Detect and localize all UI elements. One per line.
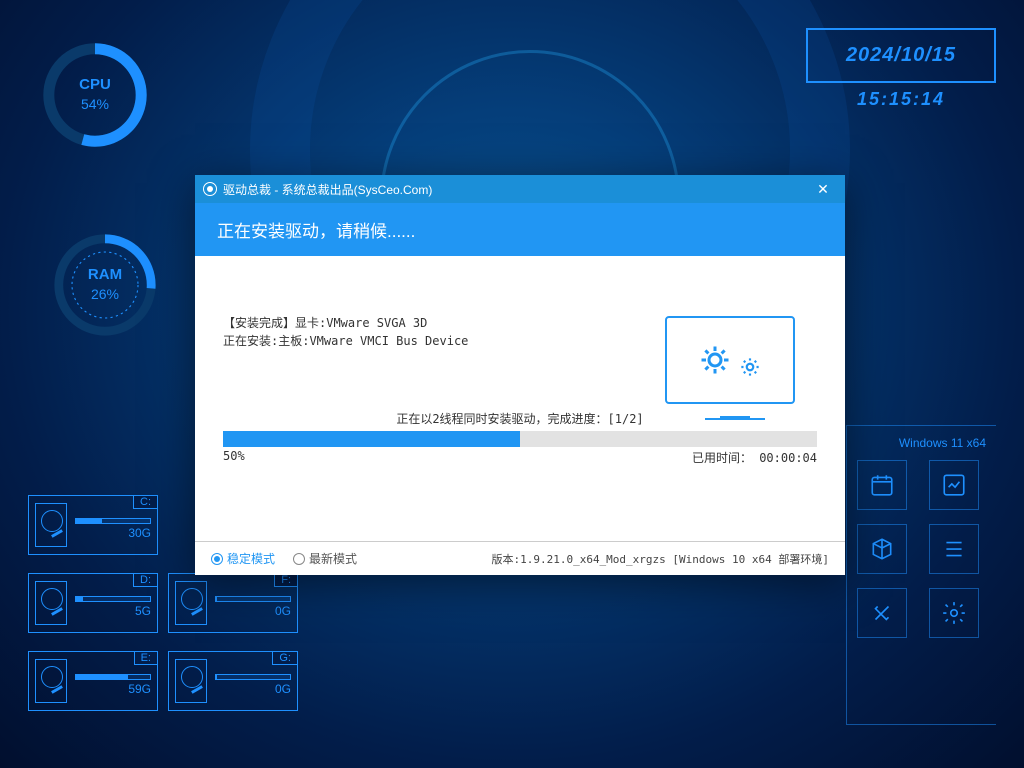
monitor-illustration — [665, 316, 805, 436]
disk-tile: C: 30G — [28, 495, 158, 555]
hdd-icon — [175, 659, 207, 703]
mode-latest-radio[interactable]: 最新模式 — [293, 550, 357, 567]
os-label: Windows 11 x64 — [857, 436, 986, 450]
disk-size: 0G — [215, 682, 291, 696]
titlebar[interactable]: 驱动总裁 - 系统总裁出品(SysCeo.Com) ✕ — [195, 175, 845, 203]
window-title: 驱动总裁 - 系统总裁出品(SysCeo.Com) — [223, 181, 809, 198]
disk-tile: F: 0G — [168, 573, 298, 633]
cpu-gauge: CPU 54% — [40, 40, 150, 150]
clock-panel: 2024/10/15 15:15:14 — [806, 28, 996, 110]
clock-time: 15:15:14 — [806, 89, 996, 110]
cpu-percent: 54% — [40, 96, 150, 112]
disk-letter: G: — [272, 651, 298, 665]
progress-percent: 50% — [223, 449, 245, 466]
tools-icon — [857, 588, 907, 638]
hdd-icon — [35, 503, 67, 547]
driver-install-dialog: 驱动总裁 - 系统总裁出品(SysCeo.Com) ✕ 正在安装驱动，请稍候..… — [195, 175, 845, 575]
disk-size: 0G — [215, 604, 291, 618]
disk-letter: C: — [133, 495, 158, 509]
list-icon — [929, 524, 979, 574]
disk-letter: F: — [274, 573, 298, 587]
mode-stable-radio[interactable]: 稳定模式 — [211, 550, 275, 567]
calendar-icon — [857, 460, 907, 510]
close-button[interactable]: ✕ — [809, 181, 837, 198]
chart-icon — [929, 460, 979, 510]
cpu-label: CPU — [40, 76, 150, 93]
progress-bar — [223, 431, 817, 447]
disk-size: 59G — [75, 682, 151, 696]
disk-letter: E: — [134, 651, 158, 665]
gear-icon — [929, 588, 979, 638]
app-icon — [203, 182, 217, 196]
dialog-heading: 正在安装驱动，请稍候...... — [195, 203, 845, 256]
cube-icon — [857, 524, 907, 574]
hdd-icon — [35, 659, 67, 703]
hdd-icon — [175, 581, 207, 625]
ram-gauge: RAM 26% — [50, 230, 160, 340]
disk-tile: E: 59G — [28, 651, 158, 711]
disk-size: 30G — [75, 526, 151, 540]
ram-label: RAM — [50, 266, 160, 283]
ram-percent: 26% — [50, 286, 160, 302]
disk-tile: D: 5G — [28, 573, 158, 633]
dialog-footer: 稳定模式 最新模式 版本:1.9.21.0_x64_Mod_xrgzs [Win… — [195, 541, 845, 575]
side-panel: Windows 11 x64 — [846, 425, 996, 725]
disk-size: 5G — [75, 604, 151, 618]
clock-date: 2024/10/15 — [818, 44, 984, 67]
disk-tile: G: 0G — [168, 651, 298, 711]
hdd-icon — [35, 581, 67, 625]
version-text: 版本:1.9.21.0_x64_Mod_xrgzs [Windows 10 x6… — [491, 551, 829, 567]
disk-letter: D: — [133, 573, 158, 587]
elapsed-time: 已用时间： 00:00:04 — [692, 449, 817, 466]
